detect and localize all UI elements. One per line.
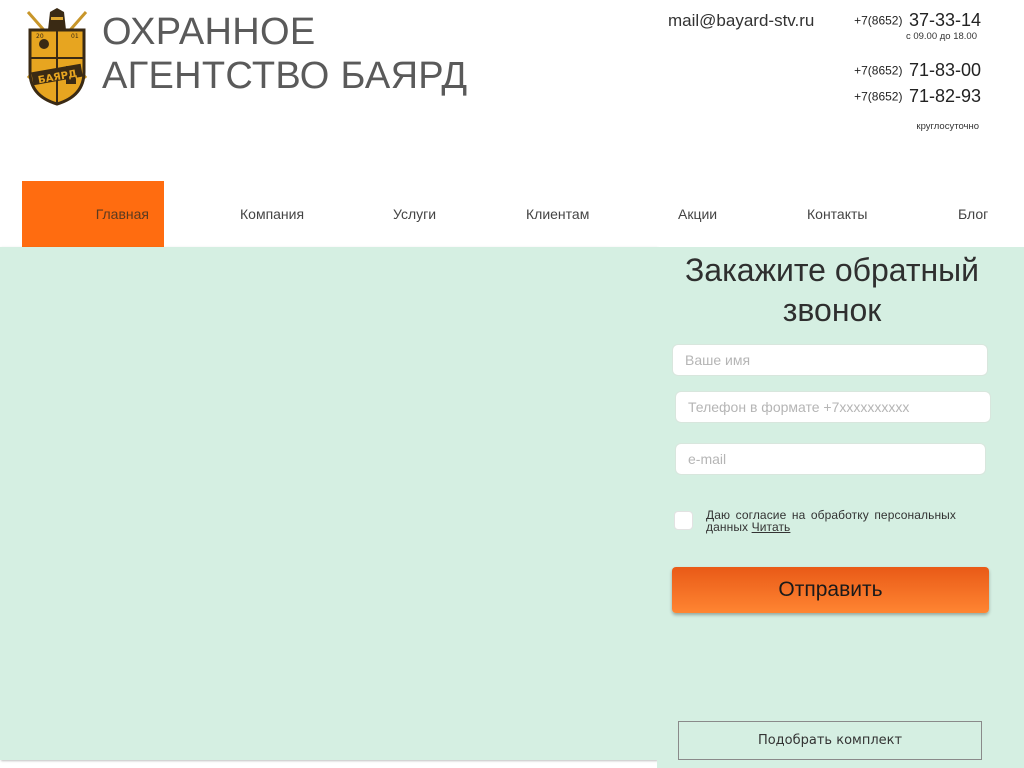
consent-text: Даю согласие на обработку персональных д…	[706, 508, 956, 534]
nav-item-blog[interactable]: Блог	[958, 181, 988, 247]
choose-kit-button[interactable]: Подобрать комплект	[678, 721, 982, 760]
submit-button[interactable]: Отправить	[672, 567, 989, 613]
email-input[interactable]	[675, 443, 986, 475]
nav-item-home[interactable]: Главная	[22, 181, 164, 247]
phone-1-code: +7(8652)	[854, 13, 903, 28]
main-nav: Главная Компания Услуги Клиентам Акции К…	[0, 181, 1024, 248]
phone-2[interactable]: +7(8652) 71-83-00	[854, 60, 981, 81]
phone-2-code: +7(8652)	[854, 63, 903, 78]
logo-year-left: 20	[36, 33, 44, 40]
name-input[interactable]	[672, 344, 988, 376]
nav-item-contacts[interactable]: Контакты	[807, 181, 867, 247]
hero-panel	[0, 247, 657, 760]
logo-year-right: 01	[71, 33, 79, 40]
consent-checkbox[interactable]	[674, 511, 693, 530]
office-hours: с 09.00 до 18.00	[905, 31, 977, 42]
consent-read-link[interactable]: Читать	[752, 520, 791, 534]
nav-item-clients[interactable]: Клиентам	[526, 181, 589, 247]
nav-item-promotions[interactable]: Акции	[678, 181, 717, 247]
phone-1[interactable]: +7(8652) 37-33-14	[854, 10, 981, 31]
site-title-line1: ОХРАННОЕ	[102, 11, 316, 53]
form-title-line2: звонок	[782, 292, 882, 328]
bayard-logo[interactable]: БАЯРД 20 01	[22, 8, 92, 106]
phone-3-number: 71-82-93	[908, 86, 981, 106]
phone-1-number: 37-33-14	[908, 10, 981, 30]
phone-input[interactable]	[675, 391, 991, 423]
consent-label: Даю согласие на обработку персональных д…	[706, 509, 956, 533]
email-link[interactable]: mail@bayard-stv.ru	[668, 11, 814, 31]
form-title: Закажите обратный звонок	[664, 250, 1000, 330]
site-header: БАЯРД 20 01 ОХРАННОЕ АГЕНТСТВО БАЯРД mai…	[0, 0, 1024, 181]
nav-item-company[interactable]: Компания	[240, 181, 304, 247]
form-title-line1: Закажите обратный	[684, 252, 980, 288]
phone-2-number: 71-83-00	[908, 60, 981, 80]
phone-3-code: +7(8652)	[854, 89, 903, 104]
phone-3[interactable]: +7(8652) 71-82-93	[854, 86, 981, 107]
site-title-line2: АГЕНТСТВО БАЯРД	[102, 55, 468, 97]
round-the-clock-label: круглосуточно	[916, 121, 979, 132]
nav-item-home-label: Главная	[95, 206, 149, 222]
nav-item-services[interactable]: Услуги	[393, 181, 436, 247]
site-title: ОХРАННОЕ АГЕНТСТВО БАЯРД	[102, 10, 467, 98]
